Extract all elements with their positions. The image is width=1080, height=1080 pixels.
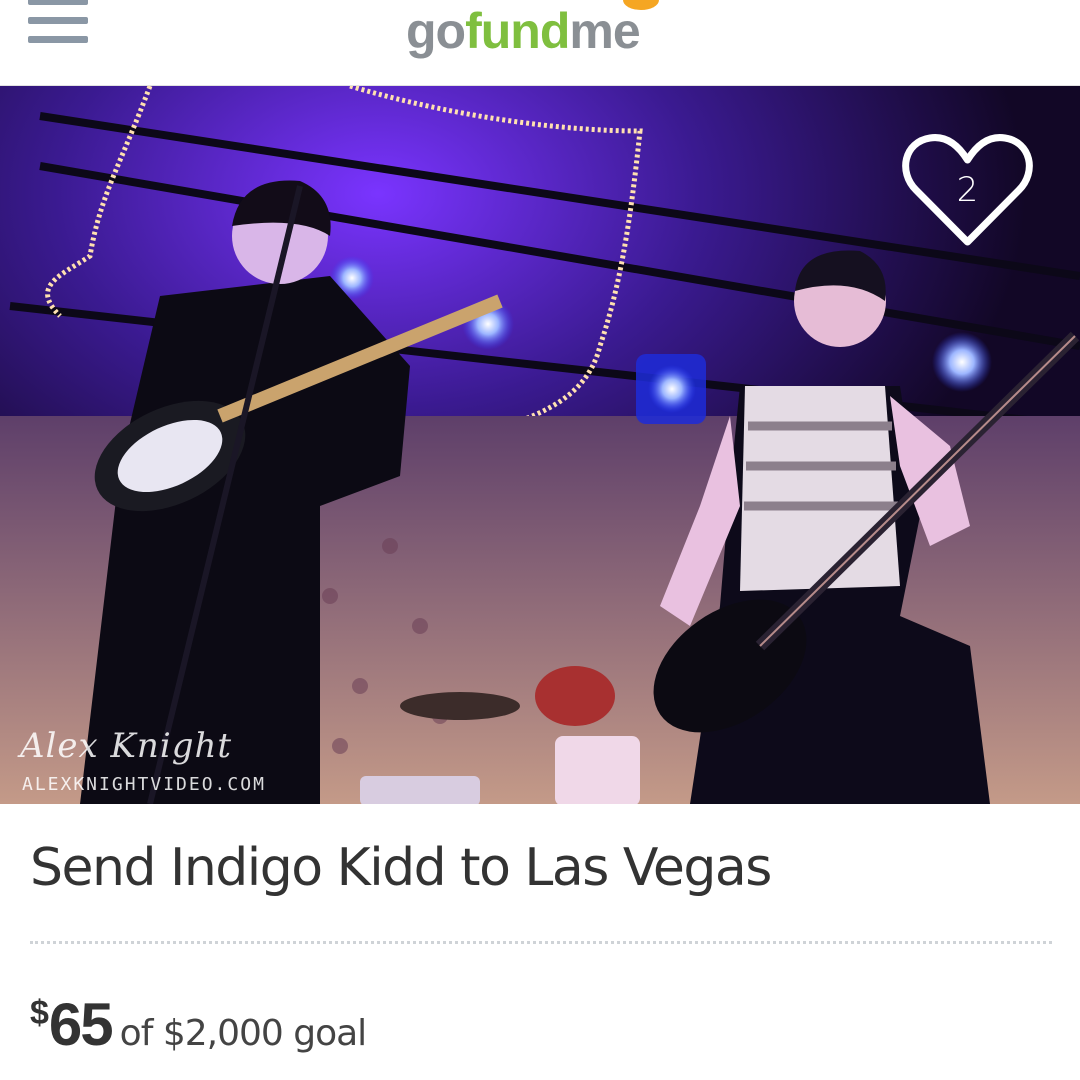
photographer-signature: Alex Knight — [20, 726, 233, 766]
campaign-hero-image[interactable]: Alex Knight ALEXKNIGHTVIDEO.COM 2 — [0, 86, 1080, 804]
logo-part-fund: fund — [465, 3, 570, 59]
logo-part-go: go — [406, 3, 466, 59]
menu-line — [28, 17, 88, 24]
amount-raised: 65 — [48, 991, 114, 1058]
gofundme-logo[interactable]: gofundme — [406, 0, 676, 66]
top-navigation-bar: gofundme — [0, 0, 1080, 86]
paw-icon — [623, 0, 659, 10]
menu-line — [28, 36, 88, 43]
photographer-watermark: ALEXKNIGHTVIDEO.COM — [22, 774, 266, 795]
currency-symbol: $ — [30, 994, 49, 1032]
like-count: 2 — [956, 170, 979, 210]
funding-progress: $65 of $2,000 goal — [30, 990, 367, 1059]
like-button[interactable]: 2 — [900, 130, 1035, 252]
hamburger-menu-icon[interactable] — [28, 0, 88, 46]
campaign-title: Send Indigo Kidd to Las Vegas — [30, 838, 772, 898]
logo-wordmark: gofundme — [406, 2, 641, 60]
dotted-divider — [30, 941, 1052, 944]
goal-amount: of $2,000 goal — [119, 1013, 367, 1054]
menu-line — [28, 0, 88, 5]
